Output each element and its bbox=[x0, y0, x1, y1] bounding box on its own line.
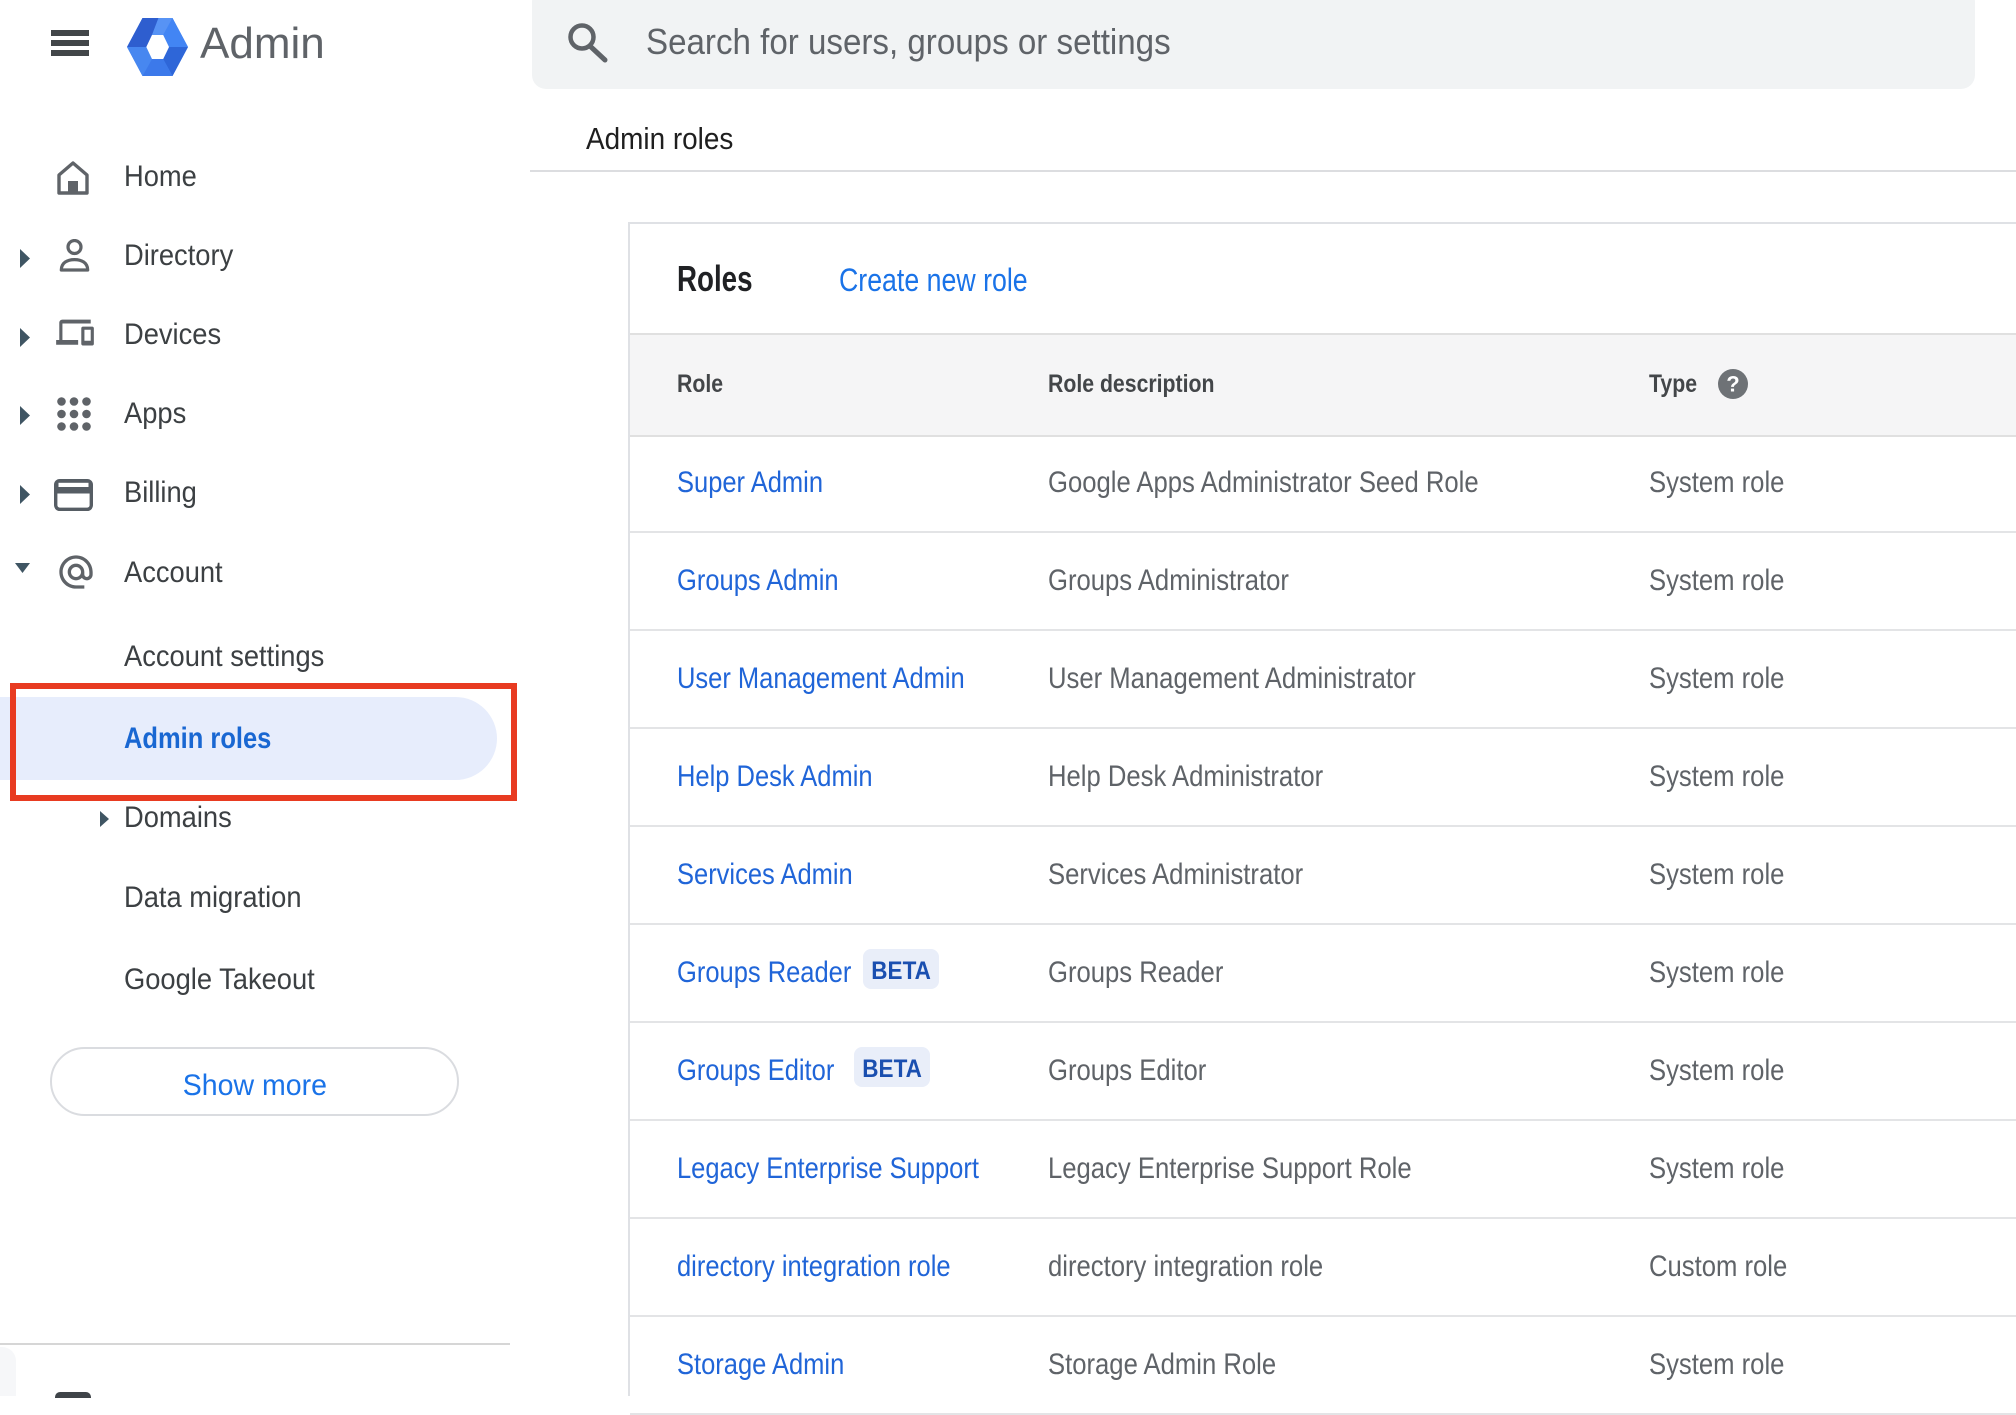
svg-text:?: ? bbox=[1726, 372, 1739, 397]
